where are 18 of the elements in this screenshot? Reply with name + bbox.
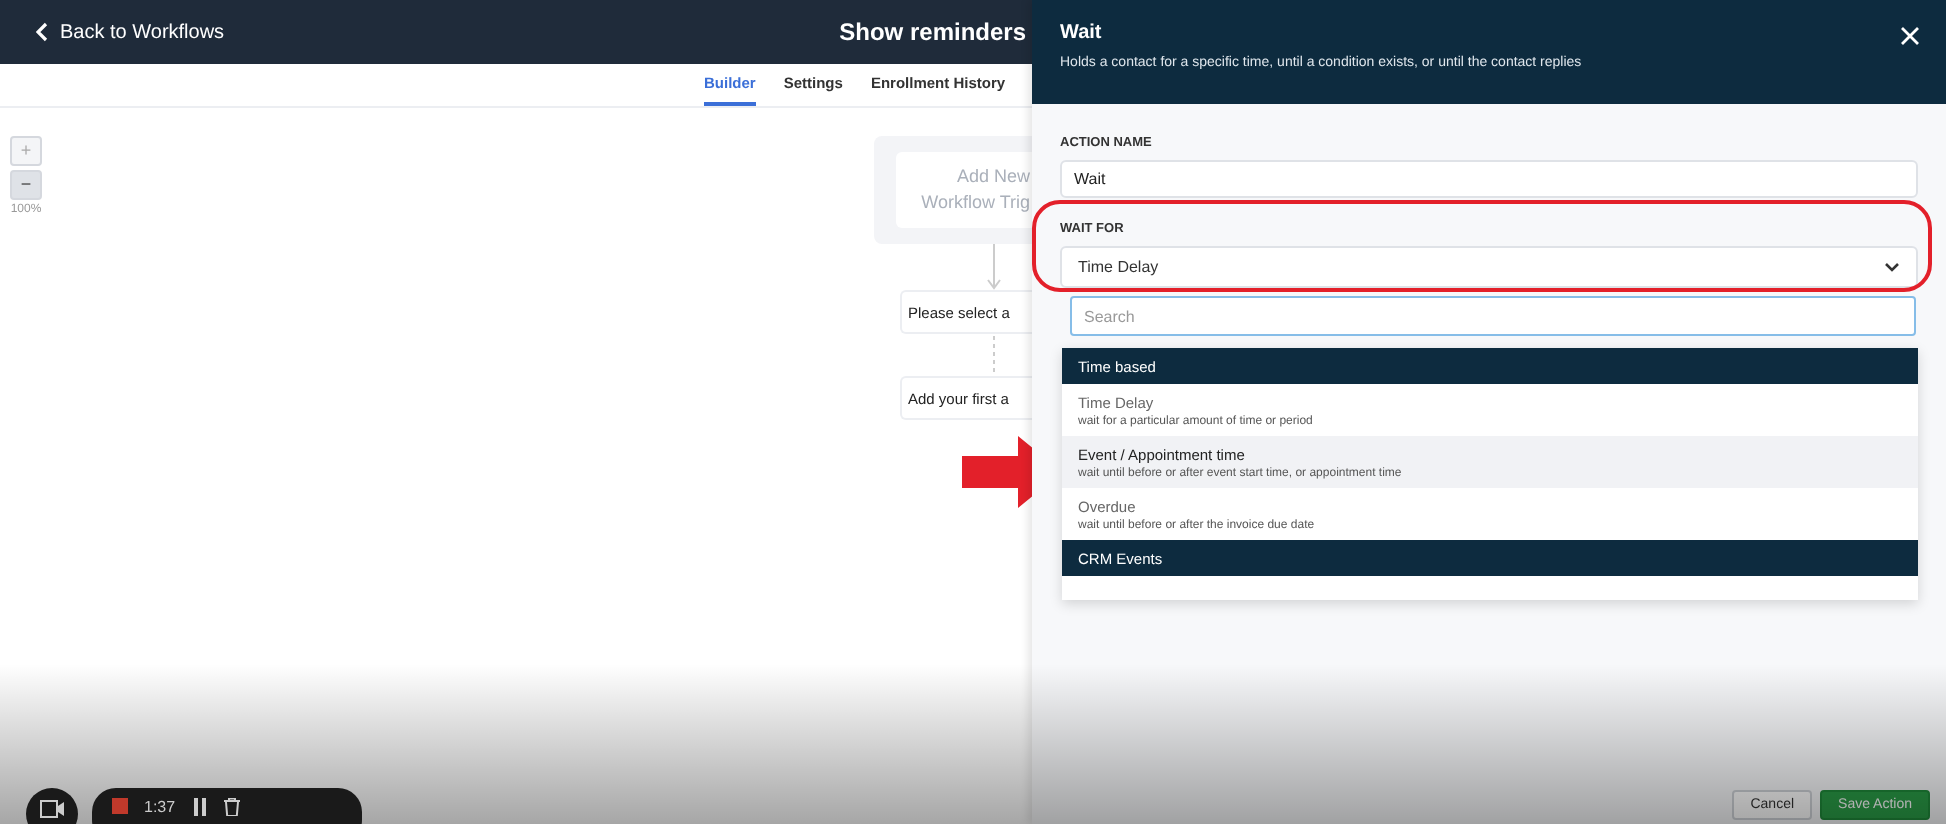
zoom-out-button[interactable]: −	[10, 170, 42, 200]
back-link[interactable]: Back to Workflows	[36, 21, 225, 43]
search-field[interactable]: Search	[1070, 296, 1916, 336]
pause-icon[interactable]	[191, 798, 208, 816]
drawer-title: Wait	[1060, 22, 1102, 44]
action-name-field[interactable]: Wait	[1060, 160, 1918, 198]
trigger-text: Workflow Trig	[921, 190, 1030, 216]
connector-arrow	[986, 244, 1002, 290]
chevron-left-icon	[36, 22, 48, 42]
workflow-title: Show reminders	[839, 18, 1026, 46]
trigger-text: Add New	[956, 164, 1030, 190]
recording-timer: 1:37	[144, 798, 176, 816]
dotted-connector	[992, 336, 996, 376]
wait-for-select[interactable]: Time Delay	[1060, 246, 1918, 288]
chevron-icon	[1884, 261, 1900, 273]
trash-icon[interactable]	[223, 798, 240, 816]
camera-icon	[40, 800, 64, 818]
close-button[interactable]	[1898, 24, 1922, 48]
